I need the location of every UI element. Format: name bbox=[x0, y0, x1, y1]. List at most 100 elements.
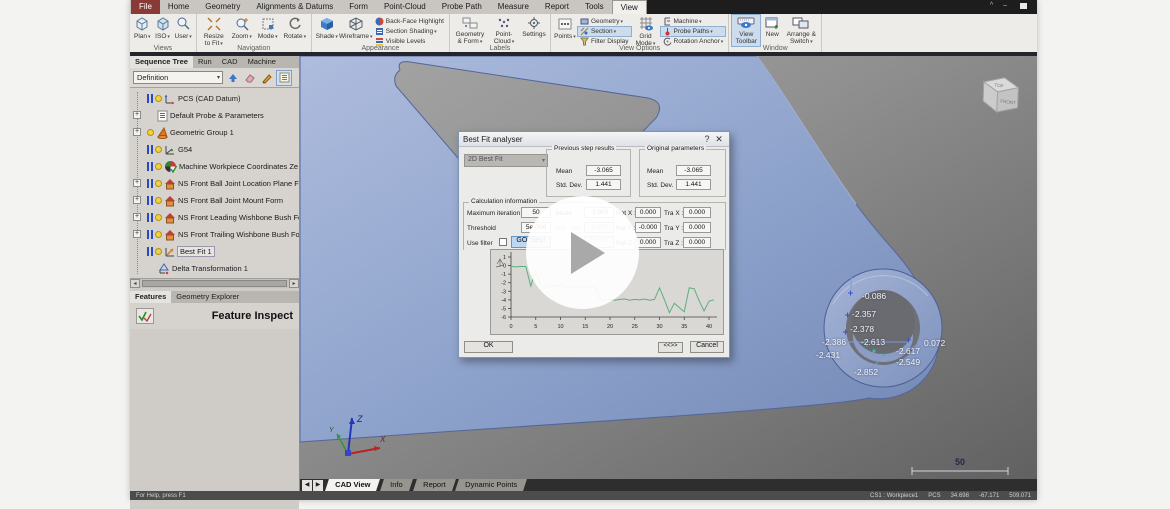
iso-view-button[interactable]: ISO bbox=[154, 15, 172, 42]
tree-item-best-fit[interactable]: Best Fit 1 bbox=[130, 243, 299, 260]
point-cloud-labels-button[interactable]: Point-Cloud bbox=[489, 15, 519, 47]
tab-alignments-datums[interactable]: Alignments & Datums bbox=[248, 0, 341, 14]
y-axis-label: Y bbox=[329, 427, 335, 434]
use-filter-checkbox[interactable] bbox=[499, 238, 507, 246]
tree-item-delta-transformation[interactable]: Delta Transformation 1 bbox=[130, 260, 299, 277]
plan-view-button[interactable]: Plan bbox=[133, 15, 152, 42]
grid-mode-button[interactable]: Grid Mode bbox=[633, 15, 659, 49]
tab-cad-view[interactable]: CAD View bbox=[325, 479, 380, 491]
tree-item-ns-mount-form[interactable]: NS Front Ball Joint Mount Form bbox=[130, 192, 299, 209]
tab-machine[interactable]: Machine bbox=[243, 56, 281, 68]
expander-icon[interactable] bbox=[133, 230, 141, 238]
tab-probe-path[interactable]: Probe Path bbox=[434, 0, 490, 14]
tree-item-ns-trailing-bush[interactable]: NS Front Trailing Wishbone Bush Fo bbox=[130, 226, 299, 243]
tree-item-machine-coords[interactable]: Machine Workpiece Coordinates Ze bbox=[130, 158, 299, 175]
resize-to-fit-button[interactable]: Resize to Fit bbox=[200, 15, 228, 49]
tree-item-ns-leading-bush[interactable]: NS Front Leading Wishbone Bush Fo bbox=[130, 209, 299, 226]
expander-icon[interactable] bbox=[133, 213, 141, 221]
tab-report-view[interactable]: Report bbox=[413, 479, 455, 491]
tra-x-field[interactable]: 0.000 bbox=[683, 207, 711, 218]
window-control[interactable] bbox=[1020, 3, 1027, 9]
zoom-lens-icon bbox=[234, 16, 250, 32]
tree-horizontal-scrollbar[interactable]: ◂ ▸ bbox=[130, 278, 299, 288]
tab-geometry[interactable]: Geometry bbox=[197, 0, 248, 14]
next-view-icon[interactable]: ▶ bbox=[313, 480, 323, 491]
scroll-right-icon[interactable]: ▸ bbox=[289, 279, 299, 288]
tree-item-g54[interactable]: G54 bbox=[130, 141, 299, 158]
zoom-button[interactable]: Zoom bbox=[230, 15, 254, 42]
tab-form[interactable]: Form bbox=[341, 0, 376, 14]
label-settings-button[interactable]: Settings bbox=[521, 15, 547, 39]
tab-point-cloud[interactable]: Point-Cloud bbox=[376, 0, 434, 14]
view-cube[interactable]: TOP FRONT bbox=[969, 69, 1027, 124]
step-nav-button[interactable]: <<>> bbox=[658, 342, 683, 353]
section-shading-toggle[interactable]: Section Shading bbox=[373, 27, 446, 36]
close-icon[interactable]: ✕ bbox=[713, 134, 725, 145]
edit-button[interactable] bbox=[260, 71, 274, 85]
scrollbar-thumb[interactable] bbox=[142, 280, 287, 287]
wireframe-button[interactable]: Wireframe bbox=[341, 15, 371, 42]
ok-button[interactable]: OK bbox=[464, 341, 513, 353]
rot-x-field[interactable]: 0.000 bbox=[635, 207, 661, 218]
tab-report[interactable]: Report bbox=[537, 0, 577, 14]
new-window-button[interactable]: New bbox=[762, 15, 782, 39]
rot-y-field[interactable]: -0.000 bbox=[635, 222, 661, 233]
prev-std-field: 1.441 bbox=[586, 179, 621, 190]
tab-tools[interactable]: Tools bbox=[577, 0, 612, 14]
tab-features[interactable]: Features bbox=[130, 291, 171, 303]
max-iteration-label: Maximum iteration bbox=[467, 210, 520, 217]
expander-icon[interactable] bbox=[133, 111, 141, 119]
scroll-left-icon[interactable]: ◂ bbox=[130, 279, 140, 288]
fit-type-dropdown[interactable]: 2D Best Fit bbox=[464, 154, 548, 167]
group-labels: Geometry & Form Point-Cloud Settings Lab… bbox=[450, 14, 551, 52]
tra-y-field[interactable]: 0.000 bbox=[683, 222, 711, 233]
status-bar: For Help, press F1 CS1 : Workpiece1 PCS … bbox=[130, 491, 1037, 500]
expander-icon[interactable] bbox=[133, 179, 141, 187]
cancel-button[interactable]: Cancel bbox=[690, 341, 724, 353]
tab-measure[interactable]: Measure bbox=[490, 0, 537, 14]
machine-option[interactable]: Machine bbox=[661, 17, 726, 26]
back-face-highlight-toggle[interactable]: Back-Face Highlight bbox=[373, 17, 446, 26]
points-button[interactable]: Points bbox=[554, 15, 576, 42]
tree-item-geometric-group[interactable]: Geometric Group 1 bbox=[130, 124, 299, 141]
definition-dropdown[interactable]: Definition bbox=[133, 71, 223, 84]
tab-run[interactable]: Run bbox=[193, 56, 217, 68]
user-view-button[interactable]: User bbox=[174, 15, 193, 42]
svg-text:0: 0 bbox=[503, 264, 506, 270]
arrange-switch-button[interactable]: Arrange & Switch bbox=[784, 15, 818, 47]
ribbon-collapse-icon[interactable]: ^ – bbox=[990, 2, 1011, 9]
tab-file[interactable]: File bbox=[131, 0, 160, 14]
geometry-option[interactable]: Geometry bbox=[578, 17, 631, 26]
tab-home[interactable]: Home bbox=[160, 0, 197, 14]
tree-item-label: NS Front Ball Joint Mount Form bbox=[178, 196, 283, 205]
geometry-form-labels-button[interactable]: Geometry & Form bbox=[453, 15, 487, 47]
feature-inspect-icon bbox=[136, 308, 154, 324]
help-icon[interactable]: ? bbox=[701, 134, 713, 144]
tree-item-ns-location-plane[interactable]: NS Front Ball Joint Location Plane F bbox=[130, 175, 299, 192]
expander-icon[interactable] bbox=[133, 196, 141, 204]
tab-cad[interactable]: CAD bbox=[217, 56, 243, 68]
rot-z-field[interactable]: 0.000 bbox=[635, 237, 661, 248]
tab-sequence-tree[interactable]: Sequence Tree bbox=[130, 56, 193, 68]
mode-button[interactable]: Mode bbox=[256, 15, 280, 42]
probe-paths-option[interactable]: Probe Paths bbox=[661, 27, 726, 36]
lower-panel-tabs: Features Geometry Explorer bbox=[130, 291, 299, 303]
prev-view-icon[interactable]: ◀ bbox=[302, 480, 312, 491]
view-toolbar-button[interactable]: View Toolbar bbox=[732, 15, 760, 46]
rotate-button[interactable]: Rotate bbox=[282, 15, 308, 42]
tree-item-pcs[interactable]: PCS (CAD Datum) bbox=[130, 90, 299, 107]
tab-info[interactable]: Info bbox=[380, 479, 412, 491]
tab-dynamic-points[interactable]: Dynamic Points bbox=[455, 479, 527, 491]
eraser-button[interactable] bbox=[243, 71, 257, 85]
shade-button[interactable]: Shade bbox=[315, 15, 339, 42]
tab-view[interactable]: View bbox=[612, 0, 647, 14]
tree-item-probe[interactable]: Default Probe & Parameters bbox=[130, 107, 299, 124]
section-option[interactable]: Section bbox=[578, 27, 631, 36]
video-play-overlay[interactable] bbox=[526, 196, 639, 309]
appearance-group-label: Appearance bbox=[312, 45, 449, 52]
expander-icon[interactable] bbox=[133, 128, 141, 136]
tab-geometry-explorer[interactable]: Geometry Explorer bbox=[171, 291, 244, 303]
list-view-button[interactable] bbox=[277, 71, 291, 85]
move-up-button[interactable] bbox=[226, 71, 240, 85]
tra-z-field[interactable]: 0.000 bbox=[683, 237, 711, 248]
